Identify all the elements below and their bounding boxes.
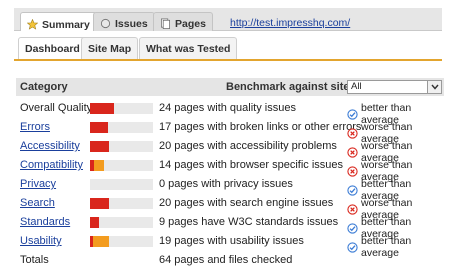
table-row: Usability 19 pages with usability issues b… bbox=[20, 233, 450, 259]
issue-bar bbox=[90, 103, 153, 114]
category-totals: Totals bbox=[20, 254, 49, 266]
table-row: Overall Quality 24 pages with quality iss… bbox=[20, 100, 450, 126]
row-description: 20 pages with search engine issues bbox=[159, 197, 334, 209]
circle-icon bbox=[100, 18, 111, 29]
row-description: 64 pages and files checked bbox=[159, 254, 293, 266]
table-row: Compatibility 14 pages with browser speci… bbox=[20, 157, 450, 183]
check-circle-icon bbox=[347, 241, 358, 253]
category-privacy[interactable]: Privacy bbox=[20, 178, 56, 190]
category-errors[interactable]: Errors bbox=[20, 121, 50, 133]
issue-bar-fill-red bbox=[90, 103, 114, 114]
tab-dashboard[interactable]: Dashboard bbox=[18, 37, 87, 59]
benchmark-select[interactable]: All bbox=[347, 80, 442, 94]
pages-icon bbox=[160, 18, 171, 29]
tab-summary-label: Summary bbox=[42, 18, 90, 31]
benchmark-header: Benchmark against sites bbox=[226, 81, 356, 93]
issue-bar bbox=[90, 217, 153, 228]
issue-bar bbox=[90, 179, 153, 190]
check-circle-icon bbox=[347, 222, 358, 234]
chevron-down-icon bbox=[427, 81, 441, 93]
row-description: 20 pages with accessibility problems bbox=[159, 140, 337, 152]
row-description: 17 pages with broken links or other erro… bbox=[159, 121, 362, 133]
issue-bar-fill-red bbox=[90, 122, 108, 133]
tab-pages-label: Pages bbox=[175, 17, 206, 30]
issue-bar-fill-red bbox=[90, 141, 109, 152]
category-accessibility[interactable]: Accessibility bbox=[20, 140, 80, 152]
issue-bar bbox=[90, 122, 153, 133]
table-row: Search 20 pages with search engine issues… bbox=[20, 195, 450, 221]
issue-bar bbox=[90, 141, 153, 152]
row-description: 19 pages with usability issues bbox=[159, 235, 304, 247]
x-circle-icon bbox=[347, 146, 358, 158]
table-header: Category Benchmark against sites All bbox=[16, 78, 444, 96]
table-row: Privacy 0 pages with privacy issues better… bbox=[20, 176, 450, 202]
category-compatibility[interactable]: Compatibility bbox=[20, 159, 83, 171]
table-row: Accessibility 20 pages with accessibility… bbox=[20, 138, 450, 164]
row-description: 9 pages have W3C standards issues bbox=[159, 216, 339, 228]
x-circle-icon bbox=[347, 165, 358, 177]
issue-bar-fill-orange bbox=[93, 236, 109, 247]
issue-bar bbox=[90, 236, 153, 247]
table-row: Errors 17 pages with broken links or othe… bbox=[20, 119, 450, 145]
table-row: Totals 64 pages and files checked bbox=[20, 252, 450, 270]
issue-bar-fill-red bbox=[90, 217, 99, 228]
issue-bar bbox=[90, 198, 153, 209]
top-tab-bar: Summary Issues Pages http://test.impress… bbox=[14, 8, 442, 36]
issue-bar-fill-red bbox=[90, 198, 109, 209]
category-search[interactable]: Search bbox=[20, 197, 55, 209]
category-header: Category bbox=[20, 81, 68, 93]
benchmark-select-value: All bbox=[351, 81, 362, 92]
row-description: 14 pages with browser specific issues bbox=[159, 159, 344, 171]
sub-tab-bar: Dashboard Site Map What was Tested bbox=[14, 31, 442, 61]
check-circle-icon bbox=[347, 108, 358, 120]
category-standards[interactable]: Standards bbox=[20, 216, 70, 228]
x-circle-icon bbox=[347, 127, 358, 139]
tab-site-map[interactable]: Site Map bbox=[81, 37, 139, 59]
table-row: Standards 9 pages have W3C standards issu… bbox=[20, 214, 450, 240]
category-usability[interactable]: Usability bbox=[20, 235, 62, 247]
star-icon bbox=[26, 18, 39, 30]
row-description: 24 pages with quality issues bbox=[159, 102, 296, 114]
site-url-link[interactable]: http://test.impresshq.com/ bbox=[230, 17, 350, 29]
issue-bar-fill-orange bbox=[94, 160, 104, 171]
category-overall-quality: Overall Quality bbox=[20, 102, 93, 114]
tab-what-was-tested[interactable]: What was Tested bbox=[139, 37, 238, 59]
tab-issues-label: Issues bbox=[115, 17, 148, 30]
x-circle-icon bbox=[347, 203, 358, 215]
row-description: 0 pages with privacy issues bbox=[159, 178, 293, 190]
check-circle-icon bbox=[347, 184, 358, 196]
issue-bar bbox=[90, 160, 153, 171]
